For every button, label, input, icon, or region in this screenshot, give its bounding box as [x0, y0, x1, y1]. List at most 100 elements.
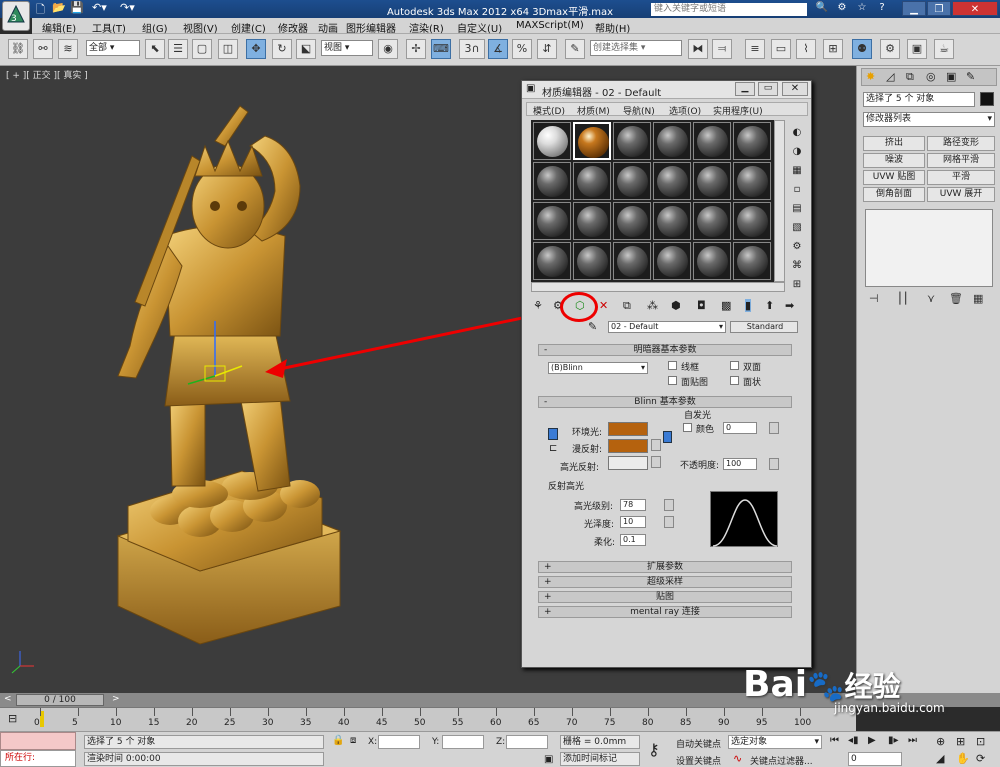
selection-filter-select[interactable]: 全部 ▾ [86, 40, 140, 56]
sample-type-icon[interactable]: ◐ [789, 123, 805, 142]
key-filters-button[interactable]: 关键点过滤器... [750, 754, 813, 767]
show-end-result-icon[interactable]: ⎮⎮ [897, 292, 908, 305]
make-copy-icon[interactable]: ⧉ [623, 299, 631, 313]
sample-slot[interactable] [693, 162, 731, 200]
minimize-button[interactable]: ▁ [902, 1, 926, 16]
sample-slot-active[interactable] [573, 122, 611, 160]
x-coord-field[interactable] [378, 735, 420, 749]
supersampling-rollout[interactable]: + 超级采样 [538, 576, 792, 588]
sample-slot[interactable] [653, 122, 691, 160]
zoom-all-icon[interactable]: ⊞ [956, 735, 965, 748]
material-id-channel-icon[interactable]: ◘ [697, 299, 706, 312]
modifier-path-deform-button[interactable]: 路径变形 [927, 136, 995, 151]
bind-space-warp-icon[interactable]: ≋ [58, 39, 78, 59]
rendered-frame-icon[interactable]: ▣ [907, 39, 927, 59]
material-name-field[interactable]: 02 - Default ▾ [608, 321, 726, 333]
close-button[interactable]: ✕ [952, 1, 998, 16]
schematic-view-icon[interactable]: ⊞ [823, 39, 843, 59]
modifier-stack-list[interactable] [865, 209, 993, 287]
redo-icon[interactable]: ↷▾ [120, 1, 135, 16]
sample-slot[interactable] [693, 202, 731, 240]
set-key-button[interactable]: 设置关键点 [676, 754, 721, 767]
sample-slot[interactable] [613, 122, 651, 160]
previous-key-icon[interactable]: ◂▮ [848, 735, 859, 746]
menu-rendering[interactable]: 渲染(R) [409, 20, 444, 35]
undo-icon[interactable]: ↶▾ [92, 1, 107, 16]
display-tab-icon[interactable]: ▣ [946, 70, 956, 83]
rect-selection-icon[interactable]: ▢ [192, 39, 212, 59]
modifier-list-select[interactable]: 修改器列表 ▾ [863, 112, 995, 127]
sample-slot[interactable] [533, 162, 571, 200]
select-by-name-icon[interactable]: ☰ [168, 39, 188, 59]
menu-tools[interactable]: 工具(T) [92, 20, 126, 35]
diffuse-color-swatch[interactable] [608, 439, 648, 453]
put-to-library-icon[interactable]: ⬢ [671, 299, 681, 312]
motion-tab-icon[interactable]: ◎ [926, 70, 936, 83]
go-to-end-icon[interactable]: ⏭ [908, 735, 917, 746]
sample-slot[interactable] [693, 122, 731, 160]
show-map-in-viewport-icon[interactable]: ▩ [721, 299, 731, 312]
sample-slot[interactable] [533, 242, 571, 280]
add-time-tag-button[interactable]: 添加时间标记 [560, 752, 640, 766]
mated-menu-material[interactable]: 材质(M) [577, 104, 610, 117]
glossiness-field[interactable]: 10 [620, 516, 646, 528]
menu-create[interactable]: 创建(C) [231, 20, 266, 35]
menu-help[interactable]: 帮助(H) [595, 20, 630, 35]
video-color-check-icon[interactable]: ▤ [789, 199, 805, 218]
select-move-icon[interactable]: ✥ [246, 39, 266, 59]
select-scale-icon[interactable]: ⬕ [296, 39, 316, 59]
shader-params-rollout[interactable]: - 明暗器基本参数 [538, 344, 792, 356]
keyboard-shortcut-icon[interactable]: ⌨ [431, 39, 451, 59]
create-tab-icon[interactable]: ✸ [866, 70, 875, 83]
zoom-extents-icon[interactable]: ⊡ [976, 735, 985, 748]
options-icon[interactable]: ⚙ [789, 237, 805, 256]
mated-menu-utilities[interactable]: 实用程序(U) [713, 104, 763, 117]
auto-key-button[interactable]: 自动关键点 [676, 737, 721, 750]
sample-slot[interactable] [573, 242, 611, 280]
favorites-icon[interactable]: ☆ [855, 2, 869, 15]
lock-diffuse-icon[interactable] [663, 431, 672, 443]
prev-frame-icon[interactable]: < [4, 694, 12, 704]
sample-slot[interactable] [733, 242, 771, 280]
time-slider-thumb[interactable]: 0 / 100 [16, 694, 104, 706]
material-type-button[interactable]: Standard [730, 321, 798, 333]
modifier-bevel-profile-button[interactable]: 倒角剖面 [863, 187, 925, 202]
material-editor-titlebar[interactable]: ▣ 材质编辑器 - 02 - Default ▁ ▭ ✕ [522, 81, 811, 99]
specular-color-swatch[interactable] [608, 456, 648, 470]
sample-slot[interactable] [653, 202, 691, 240]
self-illum-value-field[interactable]: 0 [723, 422, 757, 434]
unlink-icon[interactable]: ⚯ [33, 39, 53, 59]
mated-minimize-button[interactable]: ▁ [735, 82, 755, 96]
sample-slot[interactable] [613, 242, 651, 280]
material-editor-window[interactable]: ▣ 材质编辑器 - 02 - Default ▁ ▭ ✕ 模式(D) 材质(M)… [521, 80, 812, 668]
shader-type-select[interactable]: (B)Blinn ▾ [548, 362, 648, 374]
modifier-smooth-button[interactable]: 平滑 [927, 170, 995, 185]
align-icon[interactable]: ⫤ [712, 39, 732, 59]
object-color-swatch[interactable] [980, 92, 994, 106]
lock-ambient-icon[interactable] [548, 428, 558, 440]
maps-rollout[interactable]: + 贴图 [538, 591, 792, 603]
app-logo-icon[interactable]: 3 [2, 1, 30, 31]
material-editor-icon[interactable]: ⚉ [852, 39, 872, 59]
modifier-uvw-map-button[interactable]: UVW 贴图 [863, 170, 925, 185]
absolute-mode-icon[interactable]: ⧈ [350, 735, 356, 746]
menu-customize[interactable]: 自定义(U) [457, 20, 502, 35]
opacity-map-button[interactable] [769, 458, 779, 470]
ref-coord-select[interactable]: 视图 ▾ [321, 40, 373, 56]
specular-map-button[interactable] [651, 456, 661, 468]
sample-slots-hscrollbar[interactable] [531, 282, 785, 292]
specular-level-field[interactable]: 78 [620, 499, 646, 511]
y-coord-field[interactable] [442, 735, 484, 749]
modifier-noise-button[interactable]: 噪波 [863, 153, 925, 168]
menu-view[interactable]: 视图(V) [183, 20, 218, 35]
backlight-icon[interactable]: ◑ [789, 142, 805, 161]
menu-group[interactable]: 组(G) [142, 20, 168, 35]
ambient-color-swatch[interactable] [608, 422, 648, 436]
faceted-checkbox[interactable] [730, 376, 739, 385]
community-icon[interactable]: ⚙ [835, 2, 849, 15]
key-icon[interactable]: ⚷ [648, 740, 660, 759]
new-file-icon[interactable]: 🗋 [36, 1, 45, 16]
search-icon[interactable]: 🔍 [815, 2, 829, 15]
next-frame-icon[interactable]: > [112, 694, 120, 704]
go-to-start-icon[interactable]: ⏮ [830, 735, 839, 746]
